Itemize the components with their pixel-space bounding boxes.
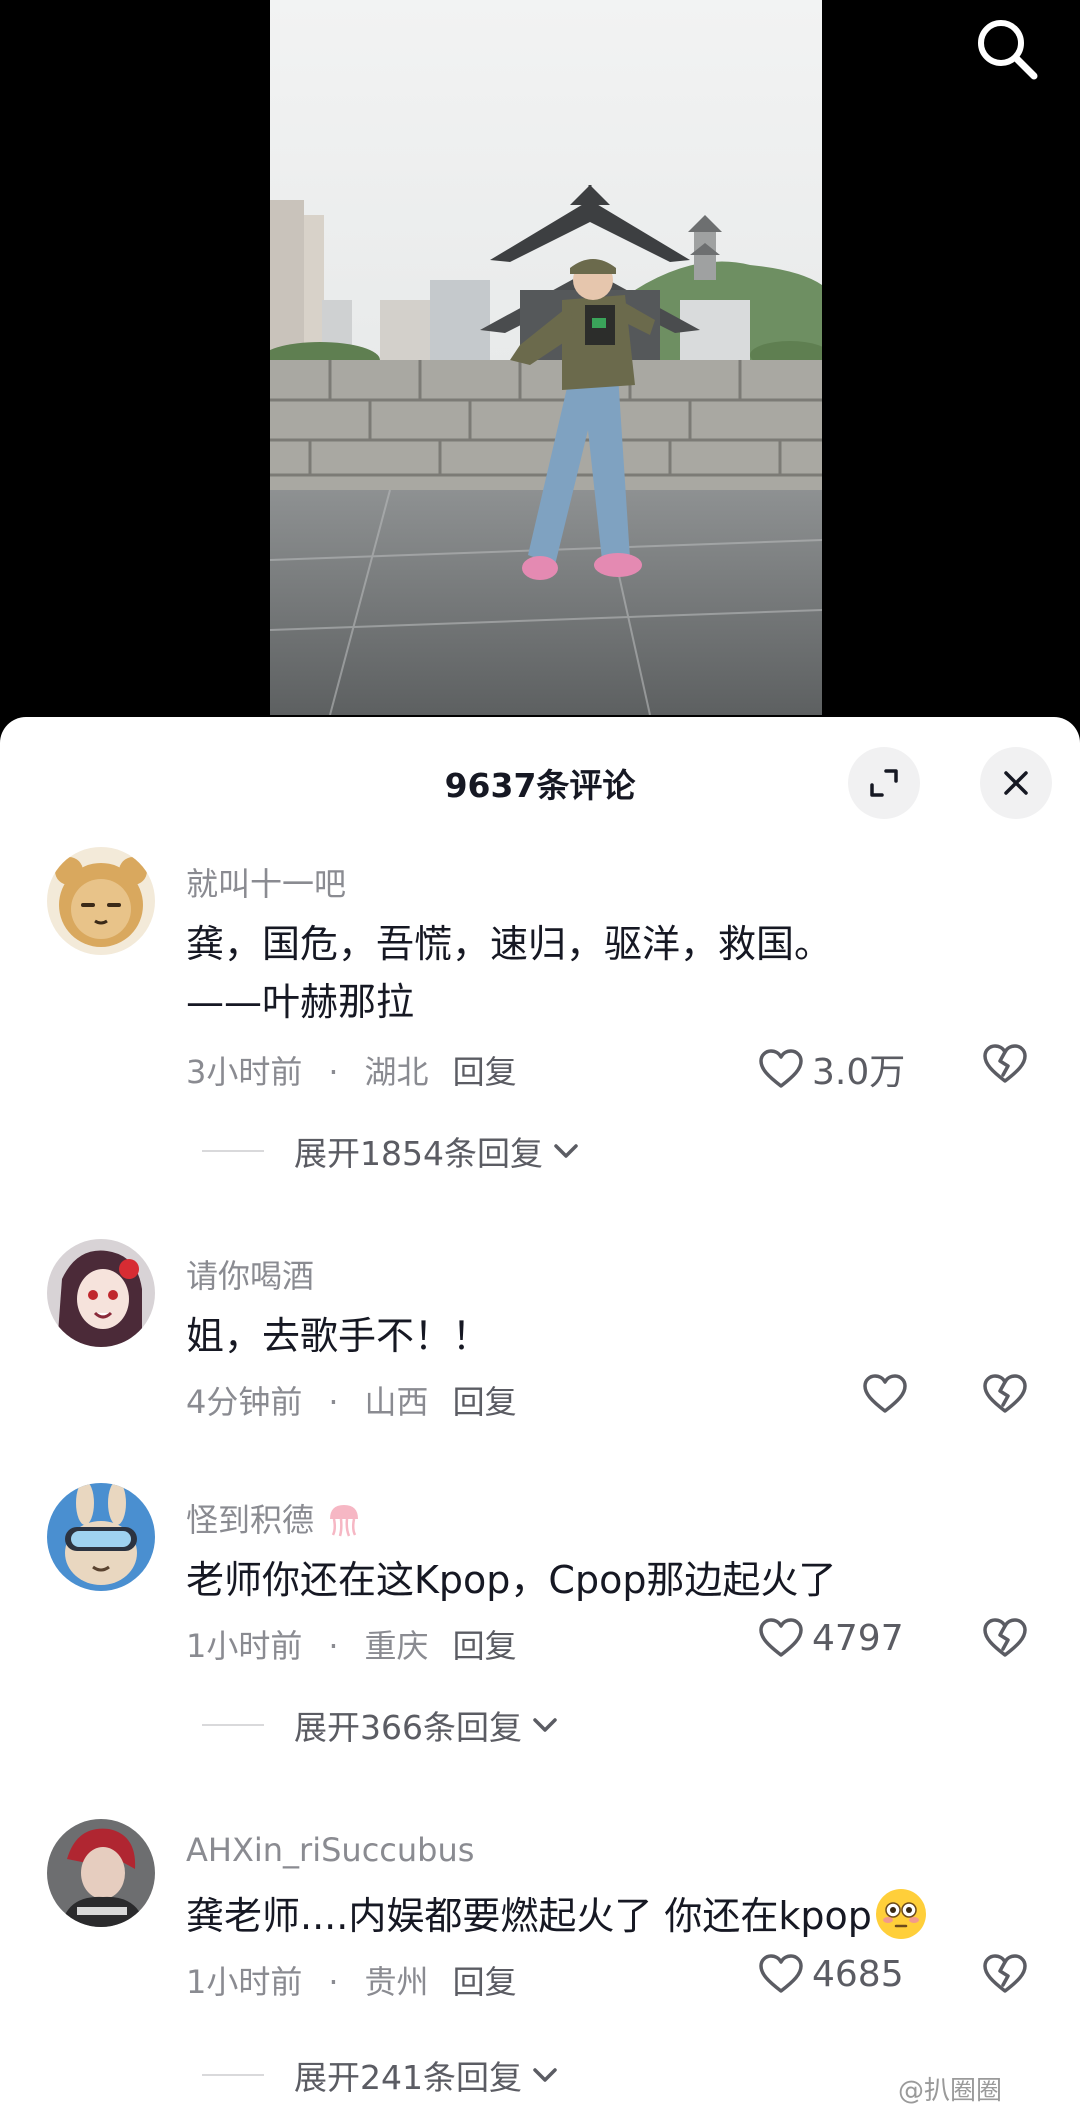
like-button[interactable] — [862, 1373, 916, 1415]
avatar[interactable] — [47, 847, 155, 955]
comment-username-text: 怪到积德 — [186, 1501, 315, 1539]
expand-replies-button[interactable]: 展开366条回复 — [202, 1701, 560, 1749]
comment-text: 龚老师....内娱都要燃起火了 你还在kpop — [186, 1887, 1026, 1945]
divider — [202, 1150, 264, 1152]
meta-separator: · — [328, 1627, 339, 1665]
comment-meta: 1小时前 · 重庆 回复 — [186, 1621, 517, 1667]
comment-time: 1小时前 — [186, 1963, 303, 2001]
dislike-button[interactable] — [982, 1953, 1028, 1999]
comment-username[interactable]: 就叫十一吧 — [186, 859, 346, 905]
chevron-down-icon — [533, 1718, 557, 1732]
flushed-face-icon — [876, 1890, 925, 1938]
reply-button[interactable]: 回复 — [453, 1627, 517, 1665]
like-count: 4685 — [812, 1953, 904, 1995]
comments-header: 9637条评论 — [0, 717, 1080, 847]
comment-text: 姐，去歌手不！！ — [186, 1314, 491, 1358]
video-still-image — [270, 0, 822, 715]
divider — [202, 1724, 264, 1726]
search-button[interactable] — [970, 12, 1044, 86]
comments-sheet: 9637条评论 就叫十一吧 龚，国危，吾慌，速归，驱洋，救国。 ——叶赫那拉 3… — [0, 717, 1080, 2117]
comment-text-content: 龚老师....内娱都要燃起火了 你还在kpop — [186, 1894, 872, 1938]
dislike-button[interactable] — [982, 1617, 1028, 1663]
video-frame[interactable] — [270, 0, 822, 715]
heart-outline-icon — [759, 1049, 803, 1088]
comment-username[interactable]: 怪到积德 — [186, 1495, 364, 1541]
comment-location: 重庆 — [364, 1627, 429, 1665]
broken-heart-icon — [983, 1044, 1027, 1083]
comment-time: 3小时前 — [186, 1053, 303, 1091]
broken-heart-icon — [983, 1954, 1027, 1993]
divider — [202, 2074, 264, 2076]
video-player[interactable] — [0, 0, 1080, 725]
comment-meta: 1小时前 · 贵州 回复 — [186, 1957, 517, 2003]
expand-replies-label: 展开241条回复 — [294, 2058, 522, 2097]
like-button[interactable]: 3.0万 — [758, 1043, 905, 1095]
expand-replies-button[interactable]: 展开241条回复 — [202, 2051, 560, 2099]
expand-button[interactable] — [848, 747, 920, 819]
comment-meta: 3小时前 · 湖北 回复 — [186, 1047, 517, 1093]
avatar-image — [47, 1819, 155, 1927]
comment-time: 4分钟前 — [186, 1383, 303, 1421]
meta-separator: · — [328, 1963, 339, 2001]
reply-button[interactable]: 回复 — [453, 1383, 517, 1421]
like-count: 4797 — [812, 1617, 904, 1659]
heart-outline-icon — [863, 1374, 907, 1413]
reply-button[interactable]: 回复 — [453, 1053, 517, 1091]
comment-username[interactable]: 请你喝酒 — [186, 1251, 314, 1297]
avatar[interactable] — [47, 1483, 155, 1591]
like-count: 3.0万 — [812, 1052, 906, 1093]
chevron-down-icon — [533, 2068, 557, 2082]
dislike-button[interactable] — [982, 1373, 1028, 1419]
watermark: @扒圈圈 — [898, 2076, 1003, 2106]
dislike-button[interactable] — [982, 1043, 1028, 1089]
avatar-image — [47, 1483, 155, 1591]
expand-icon — [870, 769, 898, 797]
close-icon — [1004, 771, 1028, 795]
comment-location: 贵州 — [364, 1963, 429, 2001]
avatar-image — [47, 847, 155, 955]
comment-meta: 4分钟前 · 山西 回复 — [186, 1377, 517, 1423]
meta-separator: · — [328, 1053, 339, 1091]
comment-location: 湖北 — [364, 1053, 429, 1091]
expand-replies-label: 展开366条回复 — [294, 1708, 522, 1747]
broken-heart-icon — [983, 1618, 1027, 1657]
chevron-down-icon — [554, 1144, 578, 1158]
expand-replies-button[interactable]: 展开1854条回复 — [202, 1127, 581, 1175]
meta-separator: · — [328, 1383, 339, 1421]
avatar-image — [47, 1239, 155, 1347]
comment-text: 老师你还在这Kpop，Cpop那边起火了 — [186, 1558, 837, 1602]
avatar[interactable] — [47, 1239, 155, 1347]
heart-outline-icon — [759, 1954, 803, 1993]
comment-time: 1小时前 — [186, 1627, 303, 1665]
search-icon — [978, 20, 1038, 80]
flushed-face-emoji-icon — [875, 1889, 926, 1939]
like-button[interactable]: 4685 — [758, 1953, 904, 1995]
expand-replies-label: 展开1854条回复 — [294, 1134, 543, 1173]
like-button[interactable]: 4797 — [758, 1617, 904, 1659]
close-button[interactable] — [980, 747, 1052, 819]
broken-heart-icon — [983, 1374, 1027, 1413]
jellyfish-icon — [330, 1505, 359, 1537]
comment-text: 龚，国危，吾慌，速归，驱洋，救国。 ——叶赫那拉 — [186, 922, 890, 1024]
avatar[interactable] — [47, 1819, 155, 1927]
comment-username[interactable]: AHXin_riSuccubus — [186, 1831, 474, 1869]
heart-outline-icon — [759, 1618, 803, 1657]
reply-button[interactable]: 回复 — [453, 1963, 517, 2001]
comment-location: 山西 — [364, 1383, 429, 1421]
